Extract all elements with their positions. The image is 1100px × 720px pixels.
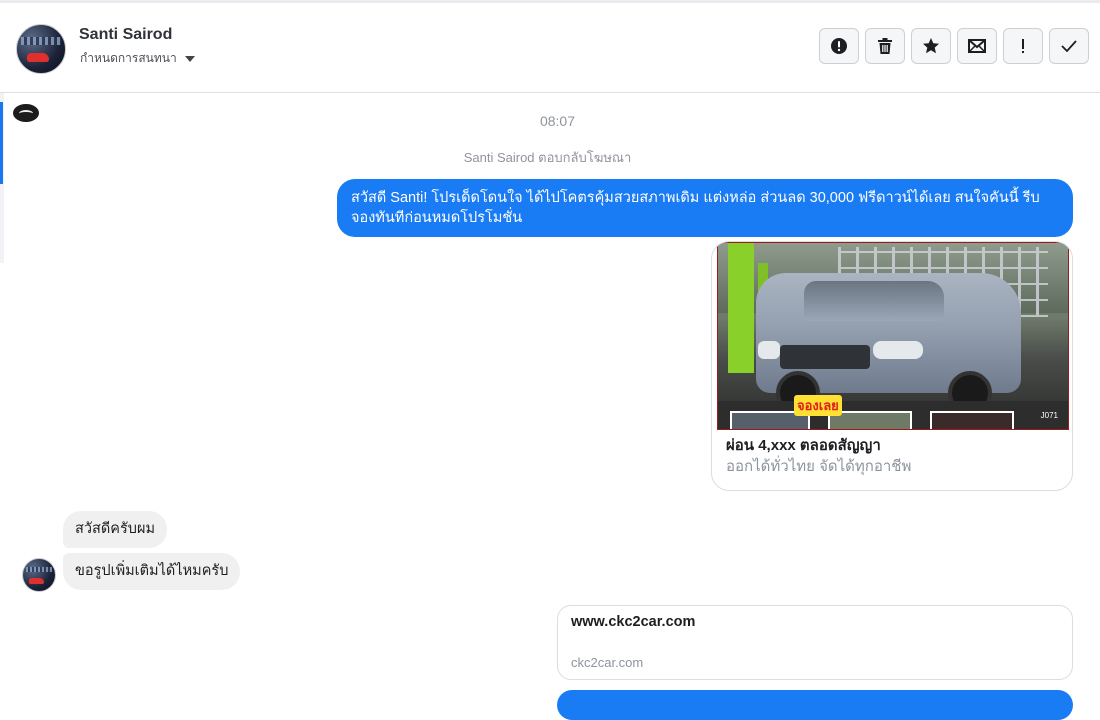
done-button[interactable] xyxy=(1049,28,1089,64)
star-icon xyxy=(923,38,939,54)
trash-icon xyxy=(878,38,892,54)
incoming-message[interactable]: ขอรูปเพิ่มเติมได้ไหมครับ xyxy=(63,553,241,590)
check-icon xyxy=(1061,40,1077,52)
contact-avatar[interactable] xyxy=(16,24,66,74)
ad-reply-context: Santi Sairod ตอบกลับโฆษณา xyxy=(463,150,632,165)
ad-image[interactable]: จองเลย J071 xyxy=(717,242,1069,430)
link-preview-card[interactable]: www.ckc2car.com ckc2car.com xyxy=(557,605,1073,680)
important-button[interactable] xyxy=(1003,28,1043,64)
link-preview-domain: ckc2car.com xyxy=(571,655,644,670)
exclamation-circle-icon xyxy=(831,38,847,54)
ad-card-subtitle: ออกได้ทั่วไทย จัดได้ทุกอาชีพ xyxy=(726,458,912,475)
outgoing-message[interactable]: สวัสดี Santi! โปรเด็ดโดนใจ ได้ไปโคตรคุ้ม… xyxy=(337,179,1073,237)
conversation-schedule-label: กำหนดการสนทนา xyxy=(80,51,177,65)
caret-down-icon xyxy=(184,55,195,62)
delete-button[interactable] xyxy=(865,28,905,64)
ad-image-badge: จองเลย xyxy=(794,395,842,416)
conversation-header: Santi Sairod กำหนดการสนทนา xyxy=(0,3,1100,93)
message-timestamp: 08:07 xyxy=(539,113,576,129)
ad-card[interactable]: จองเลย J071 ผ่อน 4,xxx ตลอดสัญญา ออกได้ท… xyxy=(711,241,1073,491)
sender-avatar xyxy=(22,558,56,592)
envelope-icon xyxy=(968,39,986,53)
header-actions xyxy=(819,28,1089,64)
conversation-schedule-dropdown[interactable]: กำหนดการสนทนา xyxy=(80,49,195,68)
outgoing-message-partial[interactable] xyxy=(557,690,1073,720)
alert-button[interactable] xyxy=(819,28,859,64)
link-preview-title: www.ckc2car.com xyxy=(571,614,696,630)
ad-image-code: J071 xyxy=(1040,411,1058,420)
star-button[interactable] xyxy=(911,28,951,64)
incoming-message[interactable]: สวัสดีครับผม xyxy=(63,511,168,548)
exclamation-icon xyxy=(1022,39,1024,53)
mark-unread-button[interactable] xyxy=(957,28,997,64)
contact-name[interactable]: Santi Sairod xyxy=(79,26,172,44)
